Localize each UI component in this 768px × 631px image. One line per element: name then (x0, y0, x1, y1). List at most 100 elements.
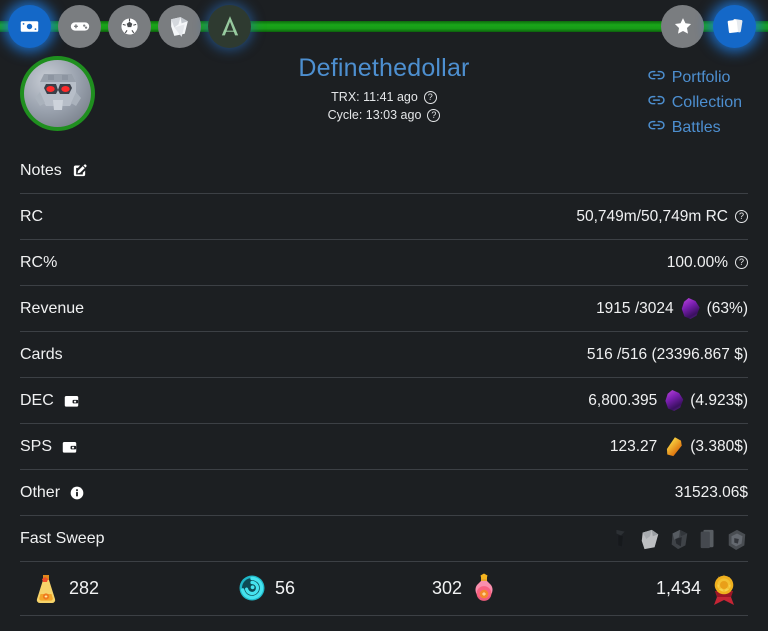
stat-teal-spiral[interactable]: 56 (238, 573, 295, 605)
wallet-icon[interactable] (63, 393, 80, 409)
link-chain-icon (648, 68, 665, 88)
link-portfolio[interactable]: Portfolio (648, 68, 742, 88)
link-collection[interactable]: Collection (648, 93, 742, 113)
gold-crest-icon (710, 573, 738, 605)
profile-header: Definethedollar TRX: 11:41 ago ? Cycle: … (0, 52, 768, 148)
info-circle-icon[interactable] (69, 485, 85, 501)
row-rc-percent-value-group: 100.00% ? (667, 254, 748, 272)
card-pack-icon (723, 15, 746, 38)
page-root: Definethedollar TRX: 11:41 ago ? Cycle: … (0, 0, 768, 631)
row-dec: DEC 6,800.395 (4.923$) (20, 378, 748, 424)
row-revenue-value-group: 1915 /3024 (63%) (596, 298, 748, 319)
row-dec-label: DEC (20, 391, 54, 409)
pack-icon-3[interactable] (668, 527, 690, 551)
row-sps-label-group: SPS (20, 438, 78, 456)
nav-icons-right-group (661, 0, 756, 52)
sps-token-icon (666, 437, 682, 457)
row-rc-label: RC (20, 207, 44, 225)
row-rc-percent-value: 100.00% (666, 253, 728, 271)
top-navigation-bar (0, 0, 768, 52)
row-notes[interactable]: Notes (20, 148, 748, 194)
row-cards-value: 516 /516 (23396.867 $) (586, 345, 748, 363)
row-revenue-suffix: (63%) (706, 299, 748, 317)
row-revenue-value: 1915 /3024 (596, 299, 674, 317)
nav-cards-button[interactable] (158, 4, 201, 48)
soccer-ball-icon (119, 16, 140, 37)
row-notes-label-group: Notes (20, 162, 88, 180)
row-other-label: Other (20, 483, 61, 501)
trx-meta-line: TRX: 11:41 ago ? (331, 88, 437, 106)
gold-potion-icon (32, 573, 60, 605)
stat-pink-potion-value: 302 (432, 578, 463, 598)
row-fast-sweep-label: Fast Sweep (20, 529, 105, 547)
link-chain-icon (648, 93, 665, 113)
nav-arcane-button[interactable] (208, 4, 251, 48)
pack-icon-5[interactable] (726, 527, 748, 551)
cycle-meta-line: Cycle: 13:03 ago ? (328, 106, 441, 124)
banknote-icon (19, 16, 40, 37)
link-chain-icon (648, 118, 665, 138)
trx-help-icon[interactable]: ? (423, 90, 437, 104)
pink-potion-icon (471, 573, 499, 605)
row-notes-label: Notes (20, 161, 62, 179)
row-sps-label: SPS (20, 437, 53, 455)
stat-gold-crest-value: 1,434 (655, 578, 701, 598)
dec-token-icon (665, 390, 684, 411)
bottom-stats-bar: 282 56 302 1,434 (20, 562, 748, 616)
wallet-icon[interactable] (61, 439, 78, 455)
cycle-label: Cycle: 13:03 ago (327, 108, 422, 122)
pack-icon-4[interactable] (697, 527, 719, 551)
gamepad-icon (69, 15, 91, 37)
cycle-help-icon[interactable]: ? (427, 108, 441, 122)
stat-teal-spiral-value: 56 (275, 578, 296, 598)
star-icon (672, 15, 694, 37)
row-sps-value: 123.27 (609, 437, 658, 455)
nav-packs-button[interactable] (713, 4, 756, 48)
row-rc-value: 50,749m/50,749m RC (576, 207, 728, 225)
nav-star-button[interactable] (661, 4, 704, 48)
rc-percent-help-icon[interactable]: ? (735, 256, 748, 269)
row-sps: SPS 123.27 (3.380$) (20, 424, 748, 470)
row-rc-percent: RC% 100.00% ? (20, 240, 748, 286)
pack-icon-1[interactable] (610, 527, 632, 551)
edit-pencil-square-icon[interactable] (71, 162, 88, 179)
link-collection-label: Collection (671, 94, 742, 111)
row-revenue-label: Revenue (20, 299, 85, 317)
row-cards: Cards 516 /516 (23396.867 $) (20, 332, 748, 378)
teal-spiral-icon (238, 573, 266, 605)
row-rc: RC 50,749m/50,749m RC ? (20, 194, 748, 240)
row-cards-label: Cards (20, 345, 63, 363)
row-dec-value-group: 6,800.395 (4.923$) (588, 390, 748, 411)
row-dec-label-group: DEC (20, 392, 80, 410)
row-other-label-group: Other (20, 484, 85, 502)
nav-banknote-button[interactable] (8, 4, 51, 48)
stat-pink-potion[interactable]: 302 (432, 573, 499, 605)
row-other: Other 31523.06$ (20, 470, 748, 516)
row-sps-suffix: (3.380$) (690, 437, 748, 455)
header-links: Portfolio Collection Battles (648, 68, 742, 138)
stat-gold-potion[interactable]: 282 (32, 573, 99, 605)
link-portfolio-label: Portfolio (671, 69, 731, 86)
pack-icon-2[interactable] (639, 527, 661, 551)
row-dec-value: 6,800.395 (588, 391, 658, 409)
row-sps-value-group: 123.27 (3.380$) (610, 436, 748, 457)
link-battles[interactable]: Battles (648, 118, 742, 138)
row-dec-suffix: (4.923$) (690, 391, 748, 409)
arcane-a-icon (216, 12, 244, 40)
link-battles-label: Battles (671, 119, 721, 136)
rc-help-icon[interactable]: ? (735, 210, 748, 223)
dec-token-icon (681, 298, 700, 319)
stats-rows: Notes RC 50,749m/50,749m RC ? RC% 100.00… (0, 148, 768, 562)
row-revenue: Revenue 1915 /3024 (63%) (20, 286, 748, 332)
nav-soccer-button[interactable] (108, 4, 151, 48)
trx-label: TRX: 11:41 ago (331, 90, 418, 104)
stat-gold-crest[interactable]: 1,434 (656, 573, 738, 605)
row-rc-percent-label: RC% (20, 253, 58, 271)
nav-gamepad-button[interactable] (58, 4, 101, 48)
nav-icons-left-group (8, 0, 251, 52)
row-other-value: 31523.06$ (674, 483, 748, 501)
stat-gold-potion-value: 282 (69, 578, 100, 598)
cards-stack-icon (167, 14, 192, 39)
row-rc-value-group: 50,749m/50,749m RC ? (576, 208, 748, 226)
fast-sweep-pack-list (610, 527, 748, 551)
